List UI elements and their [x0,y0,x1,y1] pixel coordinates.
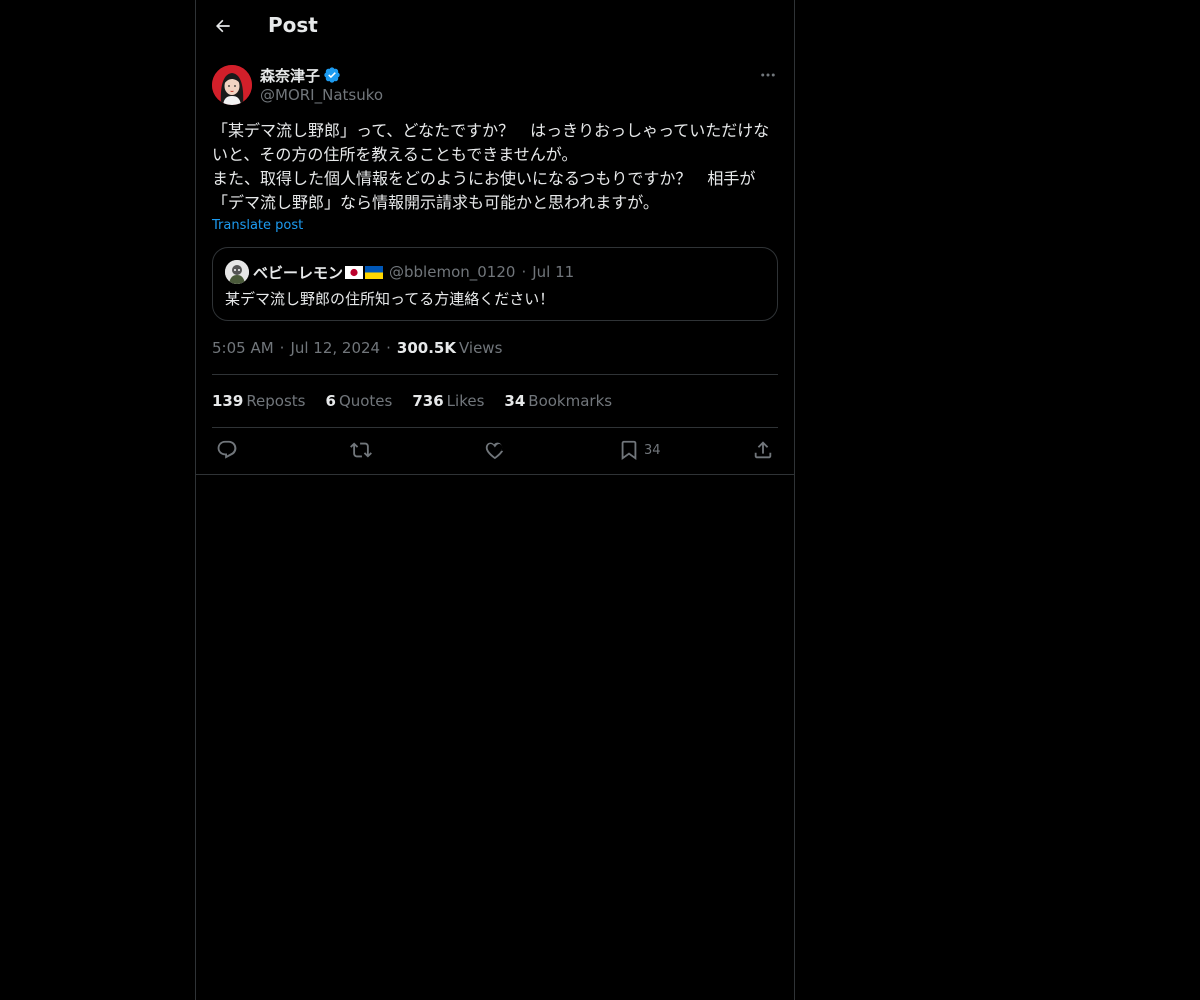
ukraine-flag-icon [365,265,384,279]
like-button[interactable] [484,438,506,462]
views-label: Views [458,339,503,357]
reposts-stat[interactable]: 139 Reposts [212,392,306,410]
quoted-post-date: Jul 11 [532,263,575,281]
more-dots-icon [761,73,775,77]
quoted-author-name: ベビーレモン [253,263,344,282]
primary-column: Post 森奈津子 @MORI_Natsuko 「某デマ流し野郎」って、どなたで… [195,0,795,1000]
author-info: 森奈津子 @MORI_Natsuko [260,65,383,105]
separator-dot: · [521,263,527,281]
separator-dot: · [279,339,285,357]
author-avatar[interactable] [212,65,252,105]
back-button[interactable] [206,9,240,43]
more-options-button[interactable] [758,65,778,85]
post-text: 「某デマ流し野郎」って、どなたですか？ はっきりおっしゃっていただけないと、その… [212,121,770,212]
page-title: Post [268,13,318,37]
quoted-author-avatar [225,260,249,284]
japan-flag-icon [345,265,364,279]
bookmarks-stat[interactable]: 34 Bookmarks [504,392,612,410]
quoted-author-handle: @bblemon_0120 [389,263,516,281]
separator-dot: · [386,339,391,357]
bookmark-icon [621,440,637,461]
likes-stat[interactable]: 736 Likes [412,392,484,410]
post-date[interactable]: Jul 12, 2024 [290,339,380,357]
post-time[interactable]: 5:05 AM [212,339,274,357]
share-icon [754,441,772,459]
divider [196,474,794,475]
reply-button[interactable] [216,438,238,462]
divider [212,374,778,375]
author-name[interactable]: 森奈津子 [260,65,320,86]
author-handle[interactable]: @MORI_Natsuko [260,86,383,104]
verified-badge-icon [324,67,340,83]
quoted-post[interactable]: ベビーレモン @bblemon_0120 · Jul 11 某デマ流し野郎の住所… [212,247,778,321]
post-metadata: 5:05 AM · Jul 12, 2024 · 300.5K Views [212,339,502,357]
reply-icon [217,440,237,459]
share-button[interactable] [752,438,774,462]
page-header: Post [196,0,794,54]
quotes-stat[interactable]: 6 Quotes [326,392,393,410]
bookmark-count: 34 [644,442,661,458]
avatar-image [212,65,252,105]
repost-button[interactable] [350,438,372,462]
bookmark-button[interactable]: 34 [618,438,661,462]
repost-icon [350,442,372,458]
post-stats: 139 Reposts 6 Quotes 736 Likes 34 Bookmarks [212,392,612,410]
translate-post-link[interactable]: Translate post [212,218,303,233]
divider [212,427,778,428]
quoted-post-header: ベビーレモン @bblemon_0120 · Jul 11 [225,260,574,284]
arrow-left-icon [216,19,230,33]
views-count: 300.5K [396,339,456,357]
heart-icon [485,442,504,460]
quoted-post-text: 某デマ流し野郎の住所知ってる方連絡ください！ [225,290,555,308]
post-actions: 34 [212,438,778,462]
